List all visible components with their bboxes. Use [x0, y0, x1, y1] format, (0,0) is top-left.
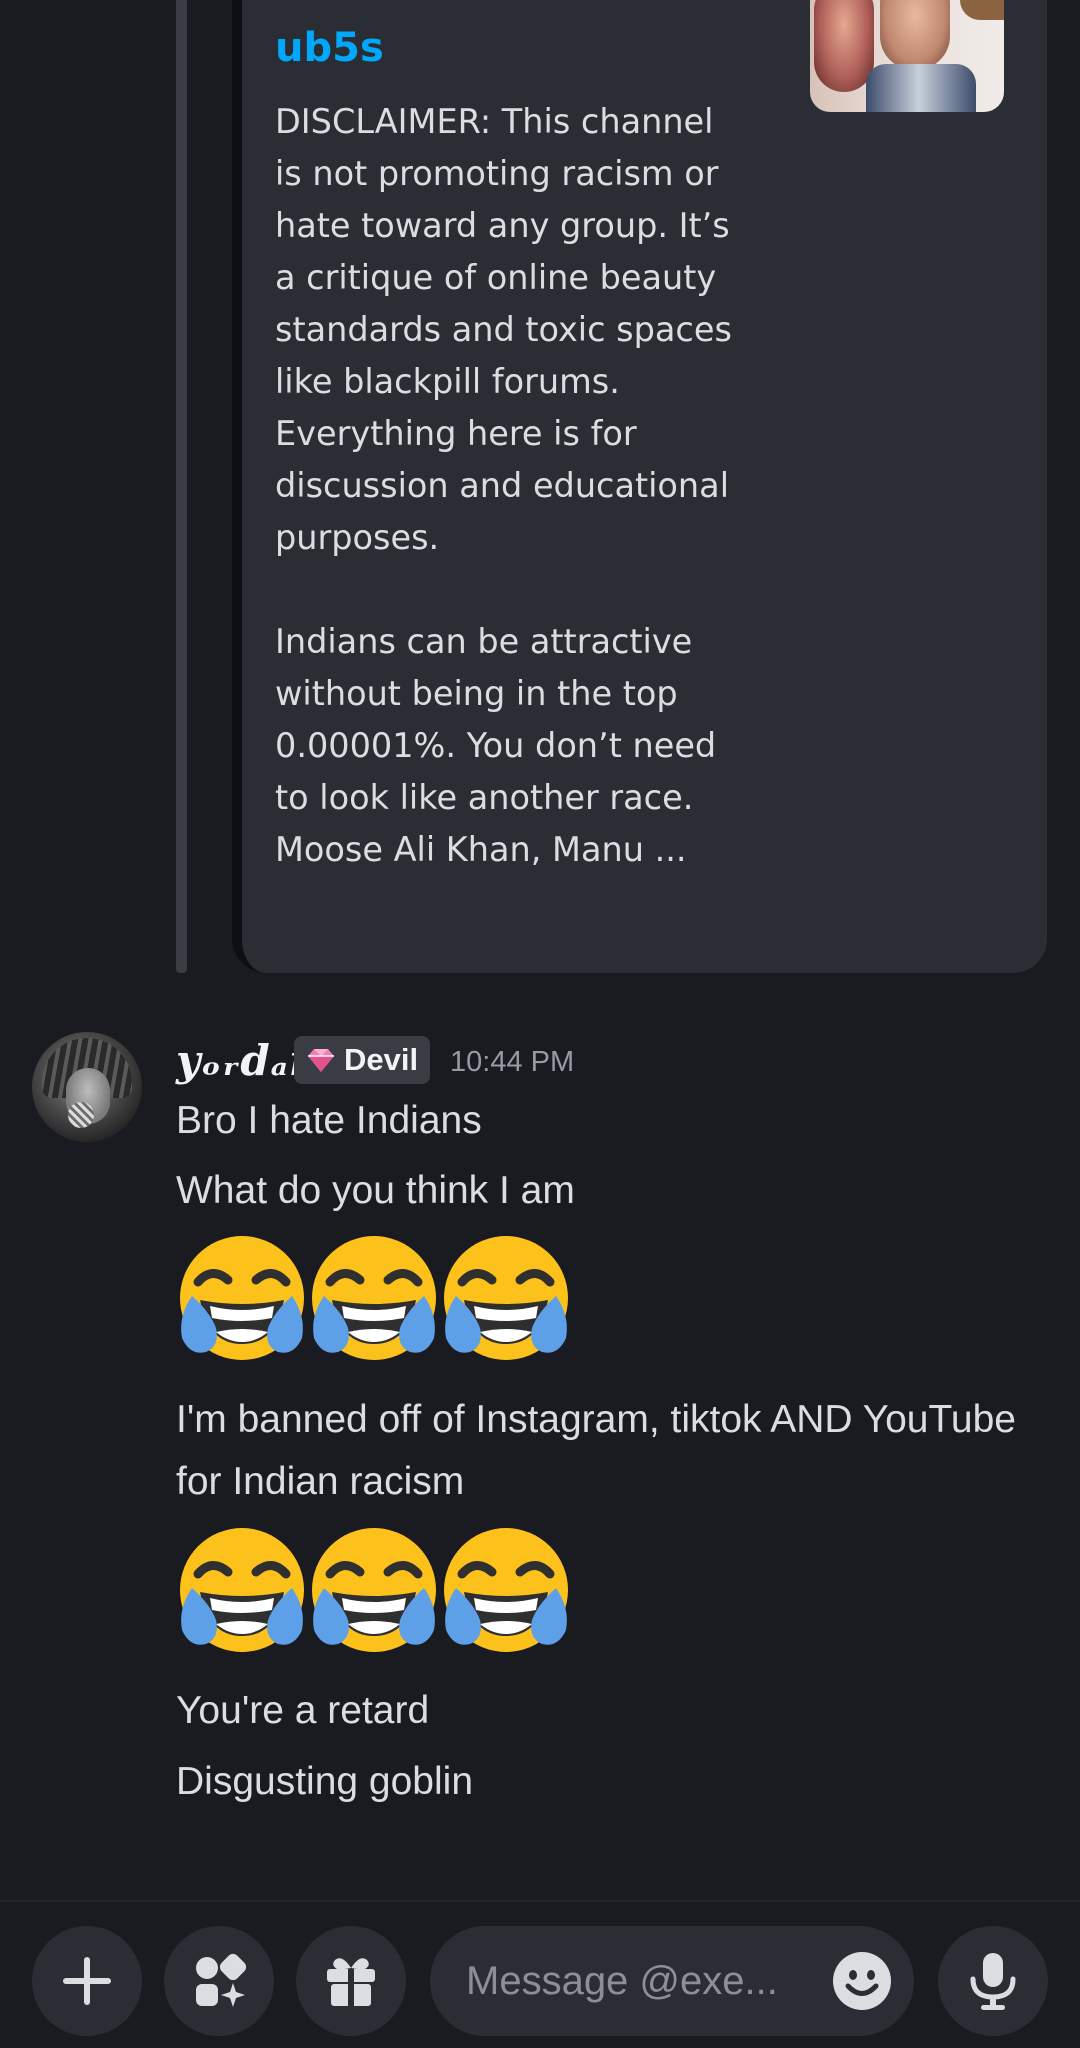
face-with-tears-of-joy-icon [312, 1236, 436, 1360]
thumbnail-suit [866, 64, 976, 112]
face-with-tears-of-joy-icon [444, 1528, 568, 1652]
avatar[interactable] [32, 1032, 142, 1142]
emoji-message [176, 1232, 572, 1364]
gift-icon [327, 1958, 375, 2006]
embed-description: DISCLAIMER: This channel is not promotin… [275, 102, 732, 869]
embed-link-cut-line [275, 0, 745, 22]
voice-message-button[interactable] [938, 1926, 1048, 2036]
face-with-tears-of-joy-icon [312, 1528, 436, 1652]
plus-icon [63, 1957, 111, 2005]
dm-chat-screen: ub5s DISCLAIMER: This channel is not pro… [0, 0, 1080, 2048]
composer-divider [0, 1900, 1080, 1902]
face-with-tears-of-joy-icon [180, 1236, 304, 1360]
role-badge-label: Devil [344, 1042, 419, 1077]
gift-button[interactable] [296, 1926, 406, 2036]
apps-icon [196, 1953, 247, 2007]
apps-button[interactable] [164, 1926, 274, 2036]
embed-link[interactable]: ub5s [275, 0, 745, 74]
add-attachment-button[interactable] [32, 1926, 142, 2036]
gem-icon [308, 1049, 334, 1072]
face-with-tears-of-joy-icon [180, 1528, 304, 1652]
emoji-message [176, 1524, 572, 1656]
timestamp: 10:44 PM [450, 1046, 575, 1078]
role-badge[interactable]: Devil [294, 1036, 431, 1084]
message-input[interactable] [464, 1957, 804, 2005]
thumbnail-person-1 [814, 0, 874, 92]
face-with-tears-of-joy-icon [444, 1236, 568, 1360]
message-line: Disgusting goblin [176, 1760, 474, 1803]
embed-thumbnail[interactable] [810, 0, 1004, 112]
emoji-icon[interactable] [832, 1951, 892, 2011]
thumbnail-person-3 [960, 0, 1004, 20]
embed-link-text[interactable]: ub5s [275, 25, 384, 71]
message-line: What do you think I am [176, 1169, 575, 1212]
avatar-microphone [68, 1102, 94, 1128]
message-line: You're a retard [176, 1689, 430, 1732]
microphone-icon [970, 1953, 1016, 2010]
message-line: Bro I hate Indians [176, 1099, 482, 1142]
thumbnail-person-2 [880, 0, 950, 70]
message-line: I'm banned off of Instagram, tiktok AND … [176, 1398, 1016, 1503]
message-input-container[interactable] [430, 1926, 914, 2036]
embed-accent-bar [176, 0, 187, 973]
